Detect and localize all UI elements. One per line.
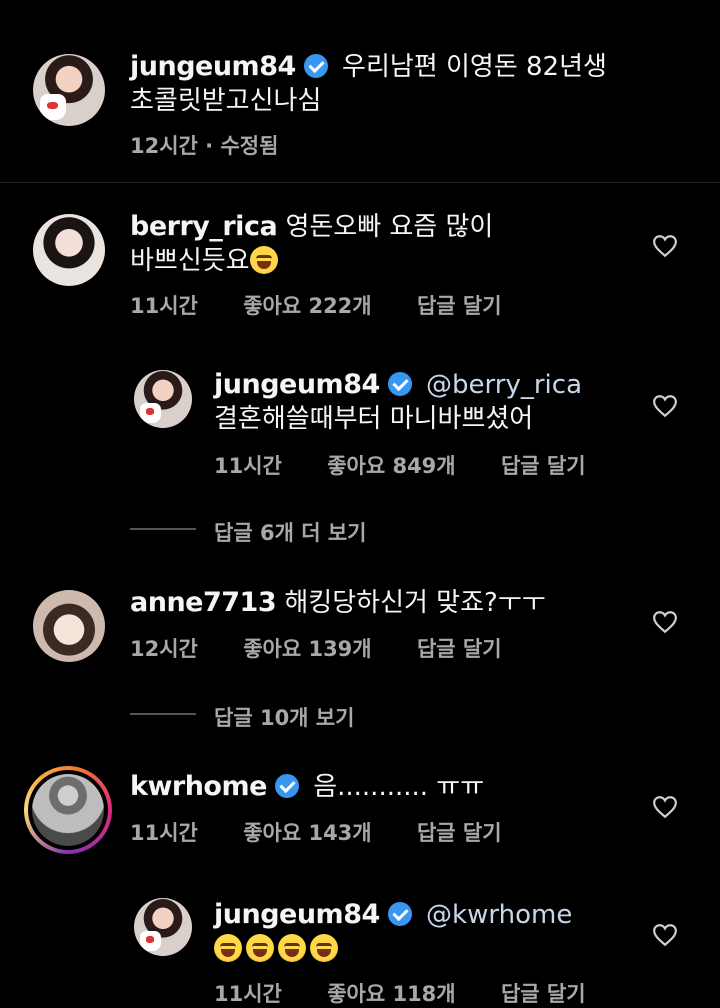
heart-icon[interactable] (652, 234, 678, 258)
avatar[interactable] (32, 774, 104, 846)
reply-line (130, 713, 196, 715)
comment-meta: 11시간 좋아요 118개 답글 달기 (214, 978, 624, 1008)
like-count[interactable]: 좋아요 118개 (327, 982, 455, 1006)
like-count[interactable]: 좋아요 222개 (243, 294, 371, 318)
comment-time: 11시간 (214, 454, 282, 478)
cup-image (40, 94, 67, 121)
comment-meta: 12시간 좋아요 139개 답글 달기 (130, 633, 540, 663)
view-more-replies[interactable]: 답글 6개 더 보기 (214, 517, 366, 547)
grinning-sweat-emoji-icon (310, 934, 338, 962)
comment-username[interactable]: jungeum84 (214, 899, 380, 930)
grinning-sweat-emoji-icon (278, 934, 306, 962)
verified-badge-icon (387, 372, 412, 396)
reply-button[interactable]: 답글 달기 (501, 982, 586, 1006)
avatar[interactable] (33, 590, 105, 662)
cup-image (139, 402, 161, 424)
comment-time: 12시간 (130, 637, 198, 661)
comment-meta: 11시간 좋아요 849개 답글 달기 (214, 450, 624, 480)
comment-username[interactable]: kwrhome (130, 771, 267, 802)
comment-username[interactable]: berry_rica (130, 211, 278, 242)
comment-username[interactable]: jungeum84 (214, 369, 380, 400)
avatar[interactable] (33, 54, 105, 126)
grinning-sweat-emoji-icon (246, 934, 274, 962)
like-count[interactable]: 좋아요 139개 (243, 637, 371, 661)
comment-time: 11시간 (130, 821, 198, 845)
comment-meta: 11시간 좋아요 143개 답글 달기 (130, 817, 540, 847)
emoji-row (214, 932, 634, 966)
comment-text: 결혼해쓸때부터 마니바쁘셨어 (214, 404, 534, 434)
verified-badge-icon (303, 54, 328, 78)
comment-text: 영돈오빠 요즘 많이 (285, 212, 494, 242)
comment: kwrhome 음........... ㅠㅠ (130, 770, 610, 804)
caption-text-line2: 초콜릿받고신나심 (130, 86, 322, 116)
reply-button[interactable]: 답글 달기 (417, 637, 502, 661)
reply-button[interactable]: 답글 달기 (417, 821, 502, 845)
divider (0, 182, 720, 183)
view-replies[interactable]: 답글 10개 보기 (214, 702, 354, 732)
reply-comment: jungeum84 @kwrhome (214, 898, 634, 966)
like-count[interactable]: 좋아요 143개 (243, 821, 371, 845)
comment-text: 해킹당하신거 맞죠?ㅜㅜ (284, 588, 546, 618)
comment-time: 11시간 (214, 982, 282, 1006)
comment-username[interactable]: anne7713 (130, 587, 277, 618)
rolling-laughing-emoji-icon (249, 246, 278, 274)
avatar[interactable] (134, 370, 192, 428)
like-count[interactable]: 좋아요 849개 (327, 454, 455, 478)
reply-line (130, 528, 196, 530)
comment-time: 11시간 (130, 294, 198, 318)
mention-link[interactable]: @berry_rica (426, 370, 582, 400)
caption: jungeum84 우리남편 이영돈 82년생 초콜릿받고신나심 (130, 50, 607, 118)
reply-comment: jungeum84 @berry_rica 결혼해쓸때부터 마니바쁘셨어 (214, 368, 634, 436)
comment-text: 음........... ㅠㅠ (313, 772, 485, 802)
caption-text: 우리남편 이영돈 82년생 (342, 52, 607, 82)
comment: berry_rica 영돈오빠 요즘 많이 바쁘신듯요 (130, 210, 610, 278)
verified-badge-icon (387, 902, 412, 926)
reply-button[interactable]: 답글 달기 (501, 454, 586, 478)
comment-meta: 11시간 좋아요 222개 답글 달기 (130, 290, 540, 320)
story-ring[interactable] (24, 766, 112, 854)
comment-text-line2: 바쁘신듯요 (130, 246, 250, 276)
reply-button[interactable]: 답글 달기 (417, 294, 502, 318)
verified-badge-icon (274, 774, 299, 798)
avatar[interactable] (33, 214, 105, 286)
avatar[interactable] (134, 898, 192, 956)
heart-icon[interactable] (652, 923, 678, 947)
heart-icon[interactable] (652, 394, 678, 418)
caption-time: 12시간 · 수정됨 (130, 134, 279, 158)
cup-image (139, 930, 161, 952)
heart-icon[interactable] (652, 795, 678, 819)
grinning-sweat-emoji-icon (214, 934, 242, 962)
mention-link[interactable]: @kwrhome (426, 900, 572, 930)
caption-username[interactable]: jungeum84 (130, 51, 296, 82)
heart-icon[interactable] (652, 610, 678, 634)
comment: anne7713 해킹당하신거 맞죠?ㅜㅜ (130, 586, 610, 620)
